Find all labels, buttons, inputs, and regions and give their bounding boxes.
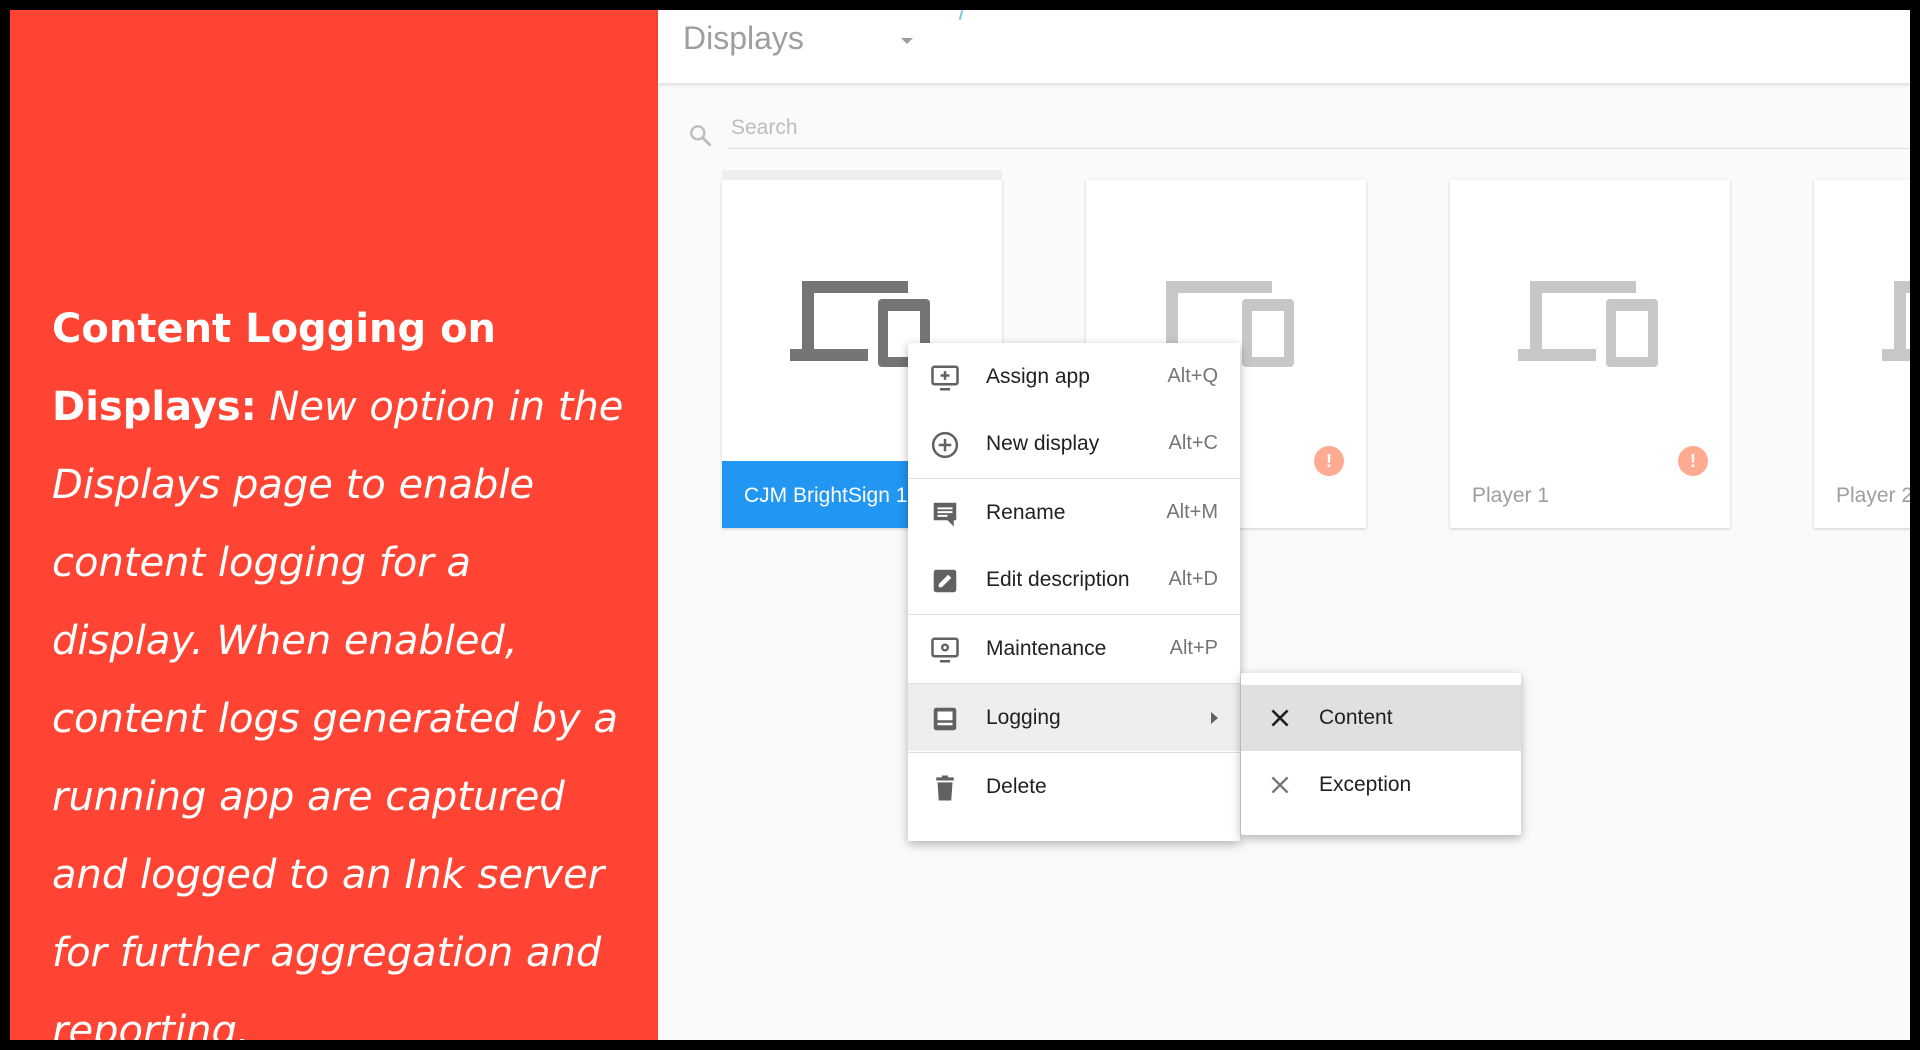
dropdown-caret-icon[interactable] — [901, 38, 913, 44]
menu-item-new-display[interactable]: New display Alt+C — [908, 410, 1240, 477]
menu-item-rename[interactable]: Rename Alt+M — [908, 479, 1240, 546]
close-icon — [1271, 776, 1289, 794]
comment-icon — [933, 502, 957, 527]
menu-item-label: Maintenance — [986, 637, 1107, 660]
display-name: Player 2 — [1836, 484, 1910, 507]
menu-item-maintenance[interactable]: Maintenance Alt+P — [908, 615, 1240, 682]
menu-item-shortcut: Alt+Q — [1167, 365, 1218, 387]
add-circle-icon — [931, 431, 959, 459]
screen-settings-icon — [931, 637, 959, 663]
promo-panel: Content Logging on Displays: New option … — [10, 10, 658, 1040]
display-name: Player 1 — [1472, 484, 1550, 507]
devices-icon — [1518, 281, 1658, 367]
close-icon — [1271, 709, 1289, 727]
displays-app: Displays CJM BrightSign 1 — [658, 10, 1910, 1040]
logging-submenu: Content Exception — [1241, 673, 1521, 835]
menu-item-label: Assign app — [986, 365, 1090, 388]
submenu-item-exception[interactable]: Exception — [1241, 752, 1521, 818]
display-card[interactable]: Player 2 — [1814, 180, 1910, 528]
edit-box-icon — [933, 569, 957, 593]
menu-item-label: Delete — [986, 775, 1047, 798]
screen-frame: Content Logging on Displays: New option … — [10, 10, 1910, 1040]
context-menu: Assign app Alt+Q New display Alt+C Renam… — [908, 343, 1240, 841]
search-bar — [683, 108, 1910, 152]
search-icon — [690, 125, 712, 147]
submenu-item-label: Content — [1319, 706, 1393, 729]
devices-icon — [1882, 281, 1910, 361]
search-input[interactable] — [727, 108, 1910, 149]
trash-icon — [936, 775, 954, 801]
warning-icon[interactable]: ! — [1314, 446, 1344, 476]
menu-item-assign-app[interactable]: Assign app Alt+Q — [908, 343, 1240, 410]
card-footer: Player 2 — [1814, 461, 1910, 528]
page-title[interactable]: Displays — [683, 20, 804, 57]
menu-item-shortcut: Alt+P — [1169, 637, 1218, 659]
submenu-arrow-icon — [1211, 712, 1218, 724]
menu-item-logging[interactable]: Logging — [908, 684, 1240, 751]
app-header: Displays — [658, 10, 1910, 83]
menu-item-label: Rename — [986, 501, 1066, 524]
display-name: CJM BrightSign 1 — [744, 484, 908, 507]
menu-item-label: New display — [986, 432, 1100, 455]
header-accent — [958, 10, 964, 21]
promo-text: Content Logging on Displays: New option … — [52, 290, 632, 1040]
menu-item-shortcut: Alt+D — [1168, 568, 1218, 590]
menu-item-shortcut: Alt+C — [1168, 432, 1218, 454]
warning-icon[interactable]: ! — [1678, 446, 1708, 476]
menu-item-edit-description[interactable]: Edit description Alt+D — [908, 546, 1240, 613]
submenu-item-content[interactable]: Content — [1241, 685, 1521, 751]
add-to-screen-icon — [931, 365, 959, 391]
menu-item-shortcut: Alt+M — [1166, 501, 1218, 523]
display-card[interactable]: Player 1 ! — [1450, 180, 1730, 528]
card-top-strip — [722, 170, 1002, 180]
menu-item-delete[interactable]: Delete — [908, 753, 1240, 820]
submenu-item-label: Exception — [1319, 773, 1412, 796]
logging-icon — [933, 707, 957, 731]
menu-item-label: Edit description — [986, 568, 1130, 591]
menu-item-label: Logging — [986, 706, 1061, 729]
promo-body: New option in the Displays page to enabl… — [52, 384, 624, 1040]
